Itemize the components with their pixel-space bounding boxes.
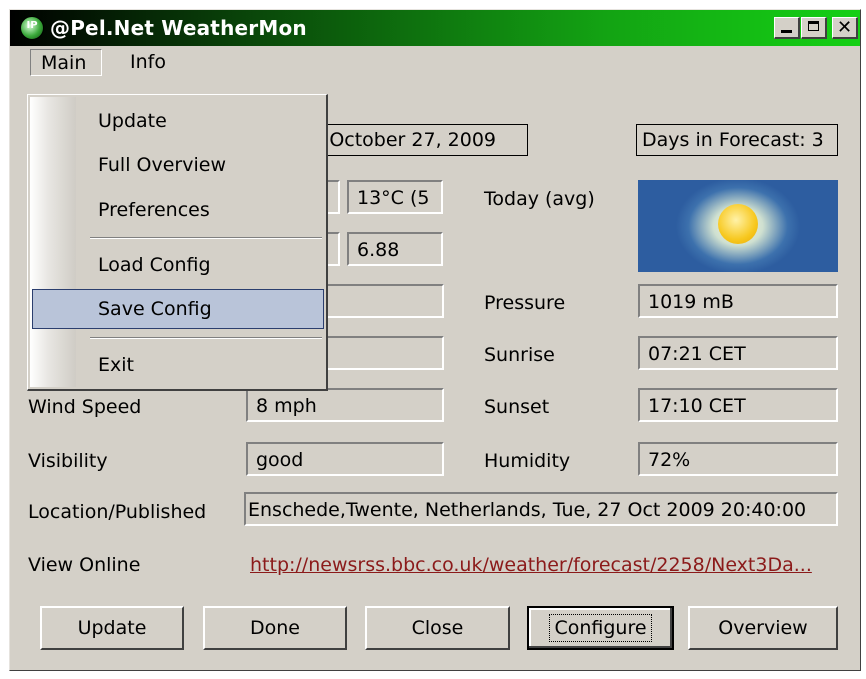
days-in-forecast: Days in Forecast: 3	[636, 124, 838, 156]
maximize-icon	[808, 21, 819, 31]
app-icon-text: IP	[26, 20, 38, 31]
location-published-label: Location/Published	[28, 501, 207, 523]
second-value-field: 6.88	[347, 232, 443, 266]
configure-button[interactable]: Configure	[527, 606, 674, 650]
location-published-field: Enschede,Twente, Netherlands, Tue, 27 Oc…	[244, 492, 838, 526]
minimize-button[interactable]	[774, 17, 800, 39]
pressure-field: 1019 mB	[638, 284, 838, 318]
temperature-field: 13°C (5	[347, 180, 443, 214]
menu-item-exit[interactable]: Exit	[98, 347, 134, 383]
sunrise-label: Sunrise	[484, 344, 555, 366]
forecast-link[interactable]: http://newsrss.bbc.co.uk/weather/forecas…	[250, 554, 812, 576]
close-window-button[interactable]: ✕	[832, 17, 858, 39]
menu-item-save-config[interactable]: Save Config	[98, 291, 212, 327]
menu-item-load-config[interactable]: Load Config	[98, 247, 211, 283]
menu-separator	[90, 337, 322, 339]
menu-separator	[90, 237, 322, 239]
main-menu-dropdown: Update Full Overview Preferences Load Co…	[27, 94, 328, 391]
date-display: y, October 27, 2009	[300, 124, 528, 156]
sunset-label: Sunset	[484, 396, 550, 418]
wind-speed-field: 8 mph	[246, 388, 444, 422]
minimize-icon	[781, 30, 792, 33]
weathermon-globe-icon[interactable]: IP	[20, 16, 44, 40]
overview-button[interactable]: Overview	[688, 606, 838, 650]
menu-bar: Main Info	[10, 46, 860, 78]
done-button[interactable]: Done	[203, 606, 347, 650]
sunny-weather-icon	[638, 180, 838, 272]
today-avg-label: Today (avg)	[484, 188, 595, 210]
sunrise-field: 07:21 CET	[638, 336, 838, 370]
view-online-label: View Online	[28, 554, 141, 576]
menu-item-update[interactable]: Update	[98, 103, 167, 139]
wind-speed-label: Wind Speed	[28, 396, 142, 418]
sunset-field: 17:10 CET	[638, 388, 838, 422]
menu-icon-strip	[30, 97, 76, 387]
menu-item-full-overview[interactable]: Full Overview	[98, 147, 226, 183]
menu-item-preferences[interactable]: Preferences	[98, 192, 210, 228]
visibility-field: good	[246, 442, 444, 476]
update-button[interactable]: Update	[40, 606, 184, 650]
window-title: @Pel.Net WeatherMon	[50, 16, 307, 40]
maximize-button[interactable]	[801, 17, 827, 39]
menu-main[interactable]: Main	[30, 49, 102, 76]
close-icon: ✕	[836, 17, 853, 38]
visibility-label: Visibility	[28, 450, 108, 472]
title-bar[interactable]: IP @Pel.Net WeatherMon ✕	[10, 10, 860, 46]
configure-label: Configure	[549, 614, 652, 642]
close-button[interactable]: Close	[365, 606, 510, 650]
pressure-label: Pressure	[484, 292, 566, 314]
menu-info[interactable]: Info	[120, 49, 176, 76]
humidity-field: 72%	[638, 442, 838, 476]
humidity-label: Humidity	[484, 450, 571, 472]
sun-icon	[718, 204, 758, 244]
